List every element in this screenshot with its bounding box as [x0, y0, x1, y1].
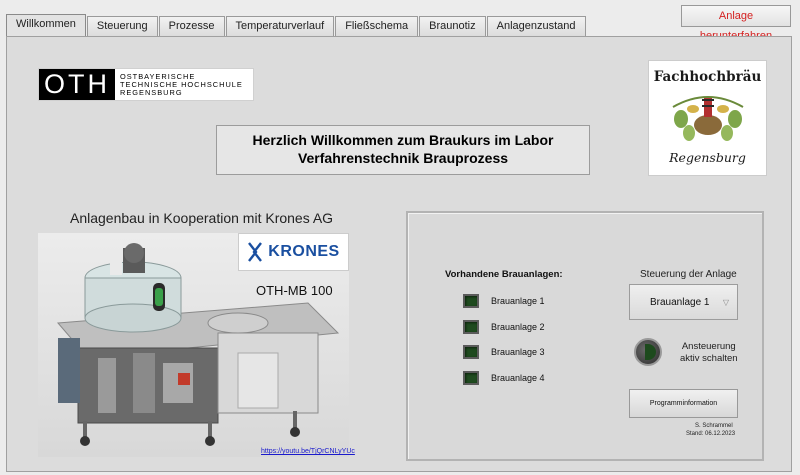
krones-logo: KRONES: [238, 233, 349, 271]
oth-logo-text: OSTBAYERISCHE TECHNISCHE HOCHSCHULE REGE…: [120, 71, 243, 97]
ansteuerung-toggle[interactable]: [634, 338, 662, 366]
video-link[interactable]: https://youtu.be/TjQrCNLyYUc: [261, 448, 355, 455]
led-label-brauanlage-4: Brauanlage 4: [491, 373, 545, 383]
tab-temperaturverlauf[interactable]: Temperaturverlauf: [225, 16, 335, 36]
ansteuerung-toggle-label: Ansteuerung aktiv schalten: [680, 341, 738, 364]
oth-logo: OTH OSTBAYERISCHE TECHNISCHE HOCHSCHULE …: [38, 68, 254, 101]
anlage-select-value: Brauanlage 1: [650, 296, 710, 308]
cooperation-text: Anlagenbau in Kooperation mit Krones AG: [70, 210, 334, 226]
tab-anlagenzustand[interactable]: Anlagenzustand: [486, 16, 586, 36]
led-label-brauanlage-1: Brauanlage 1: [491, 296, 545, 306]
stand-date: Stand: 06.12.2023: [686, 431, 736, 437]
hops-emblem-icon: [672, 96, 743, 141]
oth-logo-mark: OTH: [39, 69, 115, 100]
chevron-down-icon: ▽: [722, 297, 729, 307]
led-brauanlage-1: [463, 294, 479, 308]
author-text: S. Schrammel: [695, 423, 733, 429]
welcome-line-1: Herzlich Willkommen zum Braukurs im Labo…: [252, 132, 554, 148]
welcome-banner: Herzlich Willkommen zum Braukurs im Labo…: [216, 125, 590, 175]
steuerung-title: Steuerung der Anlage: [640, 269, 737, 280]
brau-logo-city: Regensburg: [669, 150, 746, 165]
tab-fliessschema[interactable]: Fließschema: [335, 16, 419, 36]
tab-willkommen[interactable]: Willkommen: [6, 14, 86, 36]
fachhochbraeu-logo: Fachhochbräu Regensburg: [648, 60, 767, 176]
led-brauanlage-3: [463, 345, 479, 359]
anlagen-title: Vorhandene Brauanlagen:: [445, 269, 563, 280]
shutdown-button[interactable]: Anlage herunterfahren: [681, 5, 791, 42]
krones-mark-icon: [248, 242, 263, 262]
krones-logo-text: KRONES: [268, 243, 340, 260]
model-name: OTH-MB 100: [256, 283, 333, 298]
tab-steuerung[interactable]: Steuerung: [86, 16, 158, 36]
led-brauanlage-4: [463, 371, 479, 385]
brau-logo-title: Fachhochbräu: [653, 69, 762, 85]
led-brauanlage-2: [463, 320, 479, 334]
anlage-select[interactable]: Brauanlage 1 ▽: [629, 284, 738, 320]
tab-braunotiz[interactable]: Braunotiz: [419, 16, 486, 36]
led-label-brauanlage-3: Brauanlage 3: [491, 347, 545, 357]
tab-prozesse[interactable]: Prozesse: [158, 16, 225, 36]
welcome-line-2: Verfahrenstechnik Brauprozess: [297, 150, 509, 166]
tab-bar: Willkommen Steuerung Prozesse Temperatur…: [6, 14, 587, 36]
led-label-brauanlage-2: Brauanlage 2: [491, 322, 545, 332]
programminformation-button[interactable]: Programminformation: [629, 389, 738, 418]
